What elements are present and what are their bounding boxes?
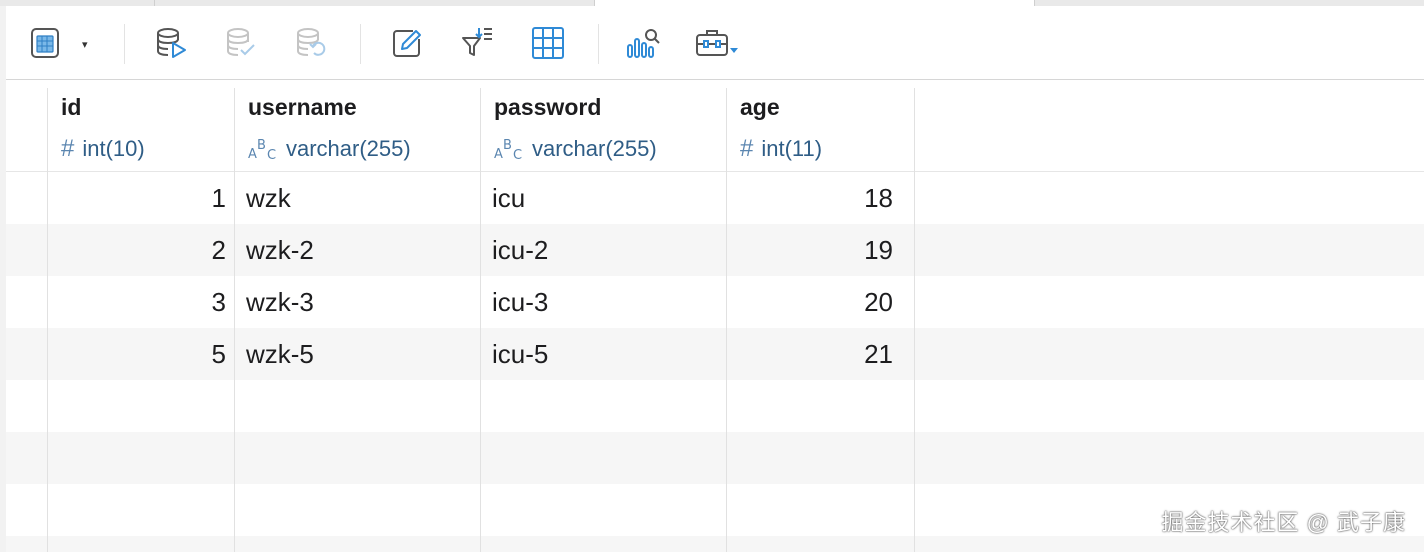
empty-row [6,432,1424,484]
cell-age[interactable]: 18 [727,172,893,224]
cell-password[interactable]: icu [492,172,722,224]
column-name: age [740,94,780,120]
column-type-label: varchar(255) [532,136,657,161]
run-query-icon[interactable] [154,26,188,60]
toolbar-separator [360,24,361,64]
column-header-username[interactable]: username A B C varchar(255) [235,88,480,172]
cell-age[interactable]: 21 [727,328,893,380]
toolbar-separator [124,24,125,64]
cell-id[interactable]: 3 [48,276,226,328]
table-view-icon[interactable] [28,26,62,60]
tools-icon[interactable] [694,26,742,60]
commit-icon[interactable] [224,26,258,60]
column-name: id [61,94,82,120]
rollback-icon[interactable] [294,26,328,60]
column-type: # int(10) [61,136,145,162]
hash-icon: # [740,135,754,162]
hash-icon: # [61,135,75,162]
column-name: password [494,94,602,120]
edit-icon[interactable] [390,26,424,60]
column-type: A B C varchar(255) [248,136,411,163]
svg-text:B: B [503,138,512,153]
cell-password[interactable]: icu-5 [492,328,722,380]
column-divider [914,88,915,552]
chart-icon[interactable] [626,26,660,60]
toolbar-separator [598,24,599,64]
cell-id[interactable]: 1 [48,172,226,224]
cell-password[interactable]: icu-2 [492,224,722,276]
column-type-label: int(11) [761,136,823,161]
svg-text:C: C [513,148,522,162]
empty-row [6,536,1424,552]
column-type-label: int(10) [82,136,145,161]
cell-age[interactable]: 20 [727,276,893,328]
cell-username[interactable]: wzk-5 [246,328,476,380]
svg-text:B: B [257,138,266,153]
column-type: # int(11) [740,136,822,162]
cell-username[interactable]: wzk [246,172,476,224]
abc-icon: A B C [248,136,278,163]
abc-icon: A B C [494,136,524,163]
filter-sort-icon[interactable] [460,26,494,60]
toolbar: ▾ [6,6,1424,80]
svg-text:C: C [267,148,276,162]
column-header-age[interactable]: age # int(11) [727,88,914,172]
cell-id[interactable]: 5 [48,328,226,380]
column-type: A B C varchar(255) [494,136,657,163]
cell-age[interactable]: 19 [727,224,893,276]
cell-id[interactable]: 2 [48,224,226,276]
svg-text:A: A [494,147,503,162]
grid-icon[interactable] [531,26,565,60]
data-grid: id # int(10) username A B C varchar(255)… [6,80,1424,552]
column-header-password[interactable]: password A B C varchar(255) [481,88,726,172]
cell-username[interactable]: wzk-2 [246,224,476,276]
empty-row [6,380,1424,432]
cell-username[interactable]: wzk-3 [246,276,476,328]
cell-password[interactable]: icu-3 [492,276,722,328]
svg-text:A: A [248,147,257,162]
column-name: username [248,94,357,120]
column-type-label: varchar(255) [286,136,411,161]
dropdown-caret[interactable]: ▾ [82,38,88,51]
watermark: 掘金技术社区 @ 武子康 [1161,510,1406,535]
column-header-id[interactable]: id # int(10) [48,88,234,172]
